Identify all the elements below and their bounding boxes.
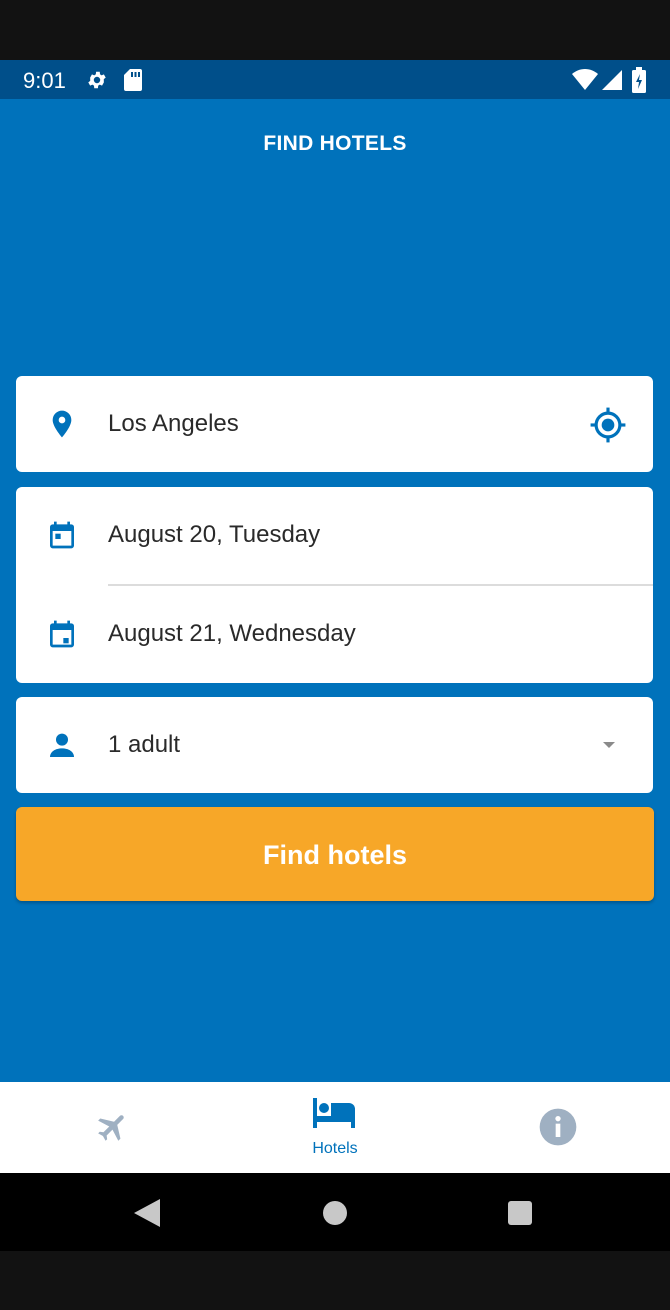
find-hotels-button[interactable]: Find hotels xyxy=(16,807,654,901)
dates-card: August 20, Tuesday August 21, Wednesday xyxy=(16,487,653,683)
battery-icon xyxy=(632,67,646,93)
back-icon[interactable] xyxy=(134,1199,160,1227)
sd-card-icon xyxy=(124,69,142,91)
bed-icon xyxy=(313,1098,355,1128)
signal-icon xyxy=(602,70,622,90)
nav-label-hotels: Hotels xyxy=(312,1140,358,1157)
my-location-icon[interactable] xyxy=(589,406,627,444)
check-in-date[interactable]: August 20, Tuesday xyxy=(108,521,320,549)
page-title: FIND HOTELS xyxy=(263,132,407,155)
nav-item-hotels[interactable]: Hotels xyxy=(280,1082,390,1173)
home-icon[interactable] xyxy=(323,1201,347,1225)
chevron-down-icon[interactable] xyxy=(603,742,615,748)
gear-icon xyxy=(88,71,106,89)
bottom-navigation: Hotels xyxy=(0,1082,670,1173)
bottom-black-bar xyxy=(0,1251,670,1310)
location-card[interactable]: Los Angeles xyxy=(16,376,653,472)
calendar-icon xyxy=(50,620,74,648)
info-icon xyxy=(539,1108,577,1146)
status-time: 9:01 xyxy=(23,68,66,93)
check-out-row[interactable]: August 21, Wednesday xyxy=(16,586,653,682)
guests-row[interactable]: 1 adult xyxy=(16,697,653,793)
location-row[interactable]: Los Angeles xyxy=(16,376,653,472)
location-value[interactable]: Los Angeles xyxy=(108,410,239,438)
nav-item-flights[interactable] xyxy=(60,1082,170,1173)
airplane-icon xyxy=(98,1115,124,1141)
check-in-row[interactable]: August 20, Tuesday xyxy=(16,487,653,583)
recent-apps-icon[interactable] xyxy=(508,1201,532,1225)
status-bar: 9:01 xyxy=(0,60,670,99)
top-black-bar xyxy=(0,0,670,60)
nav-item-info[interactable] xyxy=(503,1082,613,1173)
calendar-icon xyxy=(50,521,74,549)
check-out-date[interactable]: August 21, Wednesday xyxy=(108,620,356,648)
system-navigation-bar xyxy=(0,1173,670,1251)
wifi-icon xyxy=(572,69,598,90)
location-pin-icon xyxy=(52,410,72,438)
app-content: FIND HOTELS Los Angeles August 20, Tuesd… xyxy=(0,99,670,1082)
guests-value[interactable]: 1 adult xyxy=(108,731,180,759)
person-icon xyxy=(50,733,74,757)
guests-card[interactable]: 1 adult xyxy=(16,697,653,793)
